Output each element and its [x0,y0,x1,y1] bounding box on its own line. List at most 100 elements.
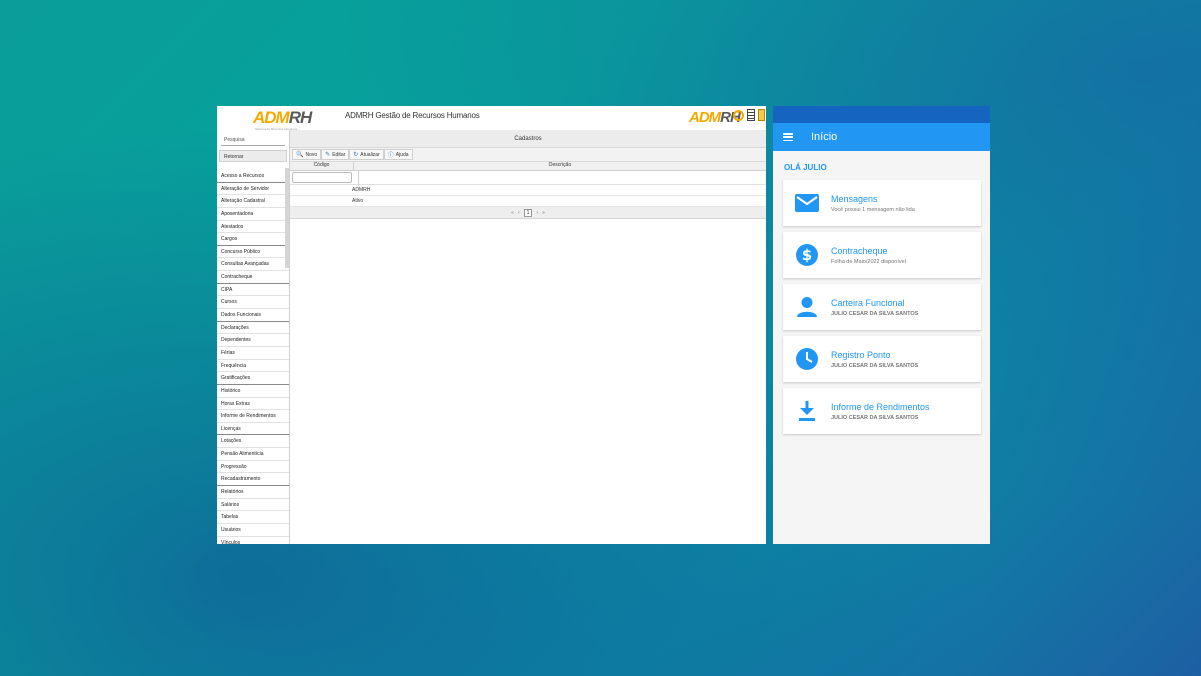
sidebar-item[interactable]: Dependentes [217,334,289,347]
sidebar-item[interactable]: Usuários [217,524,289,537]
header-icons: ? [733,109,765,121]
sidebar-item[interactable]: Aposentadoria [217,208,289,221]
card-time-clock[interactable]: Registro Ponto JULIO CESAR DA SILVA SANT… [783,336,981,382]
sidebar-item[interactable]: Pensão Alimentícia [217,448,289,461]
card-title: Carteira Funcional [831,297,905,308]
card-subtitle: Folha de Maio/2022 disponível [831,258,906,265]
sidebar-item[interactable]: Histórico [217,385,289,398]
admrh-logo: ADMRH Sistema de Recursos Humanos [253,106,313,131]
help-icon[interactable]: ? [733,109,744,121]
greeting-text: OLÁ JULIO [784,163,827,172]
desktop-header: ADMRH Sistema de Recursos Humanos ADMRH … [217,106,766,131]
sidebar-item[interactable]: Alteração Cadastral [217,195,289,208]
column-header-code[interactable]: Código [290,162,354,170]
main-panel: Cadastros 🔍 Novo ✎ Editar ↻ Atualizar ⓘ Ajud… [290,130,766,544]
sidebar-item[interactable]: Alteração de Servidor [217,183,289,196]
next-page-button[interactable]: › [536,210,538,216]
logo-rh: RH [288,108,313,127]
column-header-description[interactable]: Descrição [354,162,766,170]
first-page-button[interactable]: « [511,210,514,216]
sidebar-item[interactable]: Vínculos [217,537,289,544]
sidebar-scrollbar[interactable] [285,168,289,268]
pager: « ‹ 1 › » [290,207,766,219]
last-page-button[interactable]: » [542,210,545,216]
sidebar-item[interactable]: Relatórios [217,486,289,499]
dollar-icon: $ [796,244,818,266]
sidebar-item[interactable]: Férias [217,347,289,360]
sidebar-search[interactable]: Pesquisa [221,134,285,146]
card-id-card[interactable]: Carteira Funcional JULIO CESAR DA SILVA … [783,284,981,330]
sidebar-item[interactable]: Frequência [217,360,289,373]
sidebar-return-button[interactable]: Retornar [219,150,287,162]
card-subtitle: JULIO CESAR DA SILVA SANTOS [831,310,919,317]
sidebar-item[interactable]: Licenças [217,423,289,436]
card-income-report[interactable]: Informe de Rendimentos JULIO CESAR DA SI… [783,388,981,434]
column-divider [358,170,359,185]
filter-input[interactable] [292,172,352,183]
edit-button[interactable]: ✎ Editar [321,149,350,160]
table-row[interactable]: ADMRH [290,185,766,196]
sidebar-item[interactable]: Horas Extras [217,398,289,411]
desktop-screenshot: ADMRH Sistema de Recursos Humanos ADMRH … [217,106,766,544]
panel-title: Cadastros [290,130,766,148]
card-subtitle: Você possui 1 mensagem não lida [831,206,915,213]
card-title: Registro Ponto [831,349,891,360]
page-number-input[interactable]: 1 [523,208,533,217]
card-title: Mensagens [831,193,878,204]
sidebar-item[interactable]: Cursos [217,296,289,310]
sidebar-menu: Acesso a Recursos Alteração de Servidor Al… [217,170,289,544]
sidebar-item[interactable]: Acesso a Recursos [217,170,289,183]
help-button[interactable]: ⓘ Ajuda [383,149,413,160]
sidebar-item[interactable]: Cargos [217,233,289,246]
edit-icon: ✎ [325,152,331,158]
download-icon [799,401,815,421]
filter-row [290,170,766,185]
clock-icon [796,348,818,370]
card-title: Contracheque [831,245,888,256]
sidebar-item[interactable]: CIPA [217,284,289,297]
mail-icon [795,194,819,212]
refresh-label: Atualizar [360,151,380,158]
sidebar-item[interactable]: Salários [217,499,289,512]
sidebar-item[interactable]: Informe de Rendimentos [217,410,289,423]
card-subtitle: JULIO CESAR DA SILVA SANTOS [831,362,919,369]
new-icon: 🔍 [296,152,304,158]
svg-text:$: $ [802,246,812,264]
calendar-icon[interactable] [758,109,765,121]
calculator-icon[interactable] [747,109,755,121]
sidebar-item[interactable]: Lotações [217,435,289,449]
sidebar-item[interactable]: Dados Funcionais [217,309,289,322]
sidebar-item[interactable]: Tabelas [217,511,289,524]
sidebar-item[interactable]: Consultas Avançadas [217,258,289,272]
hamburger-menu-icon[interactable] [783,133,793,141]
help-label: Ajuda [395,151,409,158]
sidebar-item[interactable]: Contracheque [217,271,289,284]
edit-label: Editar [332,151,346,158]
logo-adm: ADM [253,108,290,127]
status-bar [773,106,990,123]
new-button[interactable]: 🔍 Novo [292,149,322,160]
sidebar-item[interactable]: Progressão [217,461,289,474]
sidebar-item[interactable]: Atestados [217,221,289,234]
info-icon: ⓘ [387,153,394,159]
table-row[interactable]: Ativo [290,196,766,207]
logo-right-adm: ADM [689,108,721,126]
mobile-screenshot: Início OLÁ JULIO Mensagens Você possui 1… [773,106,990,544]
sidebar: Pesquisa Retornar Acesso a Recursos Alter… [217,130,290,544]
new-label: Novo [305,151,318,158]
toolbar: 🔍 Novo ✎ Editar ↻ Atualizar ⓘ Ajuda [290,148,766,162]
sidebar-item[interactable]: Declarações [217,322,289,335]
grid-header: Código Descrição [290,162,766,171]
prev-page-button[interactable]: ‹ [518,210,520,216]
sidebar-item[interactable]: Concurso Público [217,246,289,259]
card-messages[interactable]: Mensagens Você possui 1 mensagem não lid… [783,180,981,226]
app-bar-title: Início [811,131,838,143]
card-title: Informe de Rendimentos [831,401,930,412]
app-title: ADMRH Gestão de Recursos Humanos [345,111,480,120]
card-payslip[interactable]: $ Contracheque Folha de Maio/2022 dispon… [783,232,981,278]
sidebar-item[interactable]: Gratificações [217,372,289,385]
refresh-button[interactable]: ↻ Atualizar [349,149,384,160]
refresh-icon: ↻ [353,152,359,158]
app-bar: Início [773,123,990,151]
sidebar-item[interactable]: Recadastramento [217,473,289,487]
